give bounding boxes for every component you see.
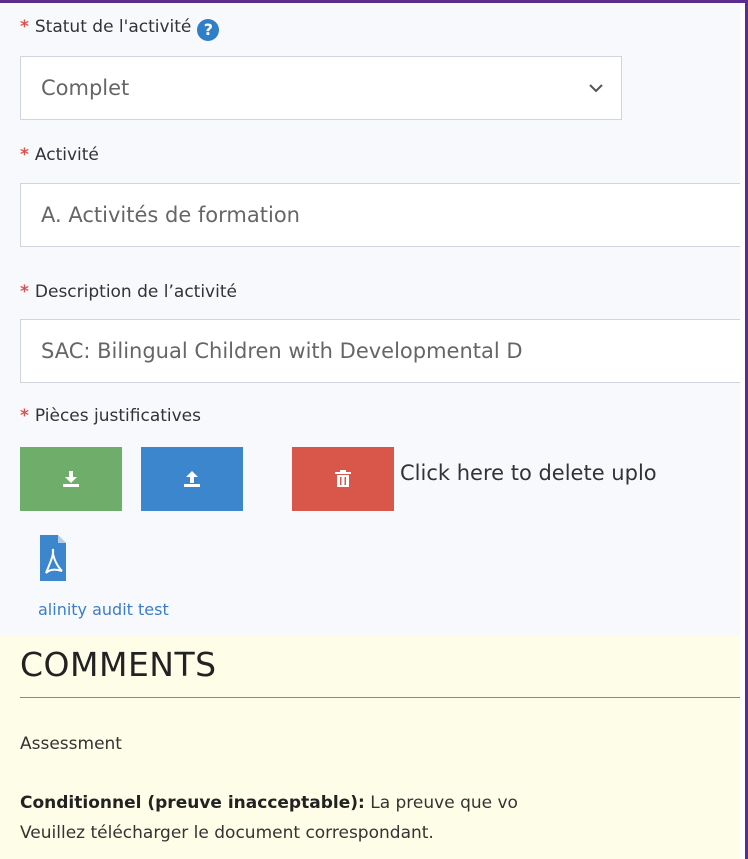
- comments-title: COMMENTS: [20, 645, 217, 684]
- delete-uploads-hint[interactable]: Click here to delete uplo: [400, 461, 657, 485]
- required-marker: *: [20, 406, 29, 426]
- activity-label: * Activité: [20, 145, 99, 165]
- download-button[interactable]: [20, 447, 122, 511]
- required-marker: *: [20, 145, 29, 165]
- description-label: * Description de l’activité: [20, 282, 237, 302]
- comments-section: COMMENTS Assessment Conditionnel (preuve…: [0, 635, 740, 859]
- help-icon[interactable]: ?: [197, 19, 220, 41]
- required-marker: *: [20, 17, 29, 37]
- assessment-label: Assessment: [20, 734, 122, 754]
- chevron-down-icon: [589, 84, 603, 93]
- assessment-text: Conditionnel (preuve inacceptable): La p…: [20, 788, 518, 848]
- download-icon: [63, 471, 79, 487]
- activity-form: * Statut de l'activité? Complet * Activité…: [0, 3, 740, 635]
- activity-field-value: A. Activités de formation: [41, 203, 300, 227]
- assessment-text-line-2: Veuillez télécharger le document corresp…: [20, 823, 434, 843]
- description-label-text: Description de l’activité: [34, 282, 237, 302]
- pdf-file-icon[interactable]: [38, 533, 68, 583]
- upload-button[interactable]: [141, 447, 243, 511]
- comments-divider: [20, 697, 740, 698]
- uploaded-file-link[interactable]: alinity audit test: [38, 600, 169, 619]
- trash-icon: [335, 470, 351, 487]
- activity-label-text: Activité: [34, 145, 99, 165]
- assessment-status: Conditionnel (preuve inacceptable):: [20, 793, 365, 813]
- assessment-text-line-1: La preuve que vo: [364, 793, 518, 813]
- status-select-value: Complet: [41, 76, 130, 100]
- status-select[interactable]: Complet: [20, 56, 622, 120]
- description-field[interactable]: SAC: Bilingual Children with Development…: [20, 319, 740, 383]
- documents-label-text: Pièces justificatives: [34, 406, 201, 426]
- status-label: * Statut de l'activité?: [20, 17, 220, 41]
- upload-icon: [184, 471, 200, 487]
- description-field-value: SAC: Bilingual Children with Development…: [41, 339, 523, 363]
- delete-button[interactable]: [292, 447, 394, 511]
- status-label-text: Statut de l'activité: [34, 17, 192, 37]
- activity-field[interactable]: A. Activités de formation: [20, 183, 740, 247]
- documents-label: * Pièces justificatives: [20, 406, 201, 426]
- required-marker: *: [20, 282, 29, 302]
